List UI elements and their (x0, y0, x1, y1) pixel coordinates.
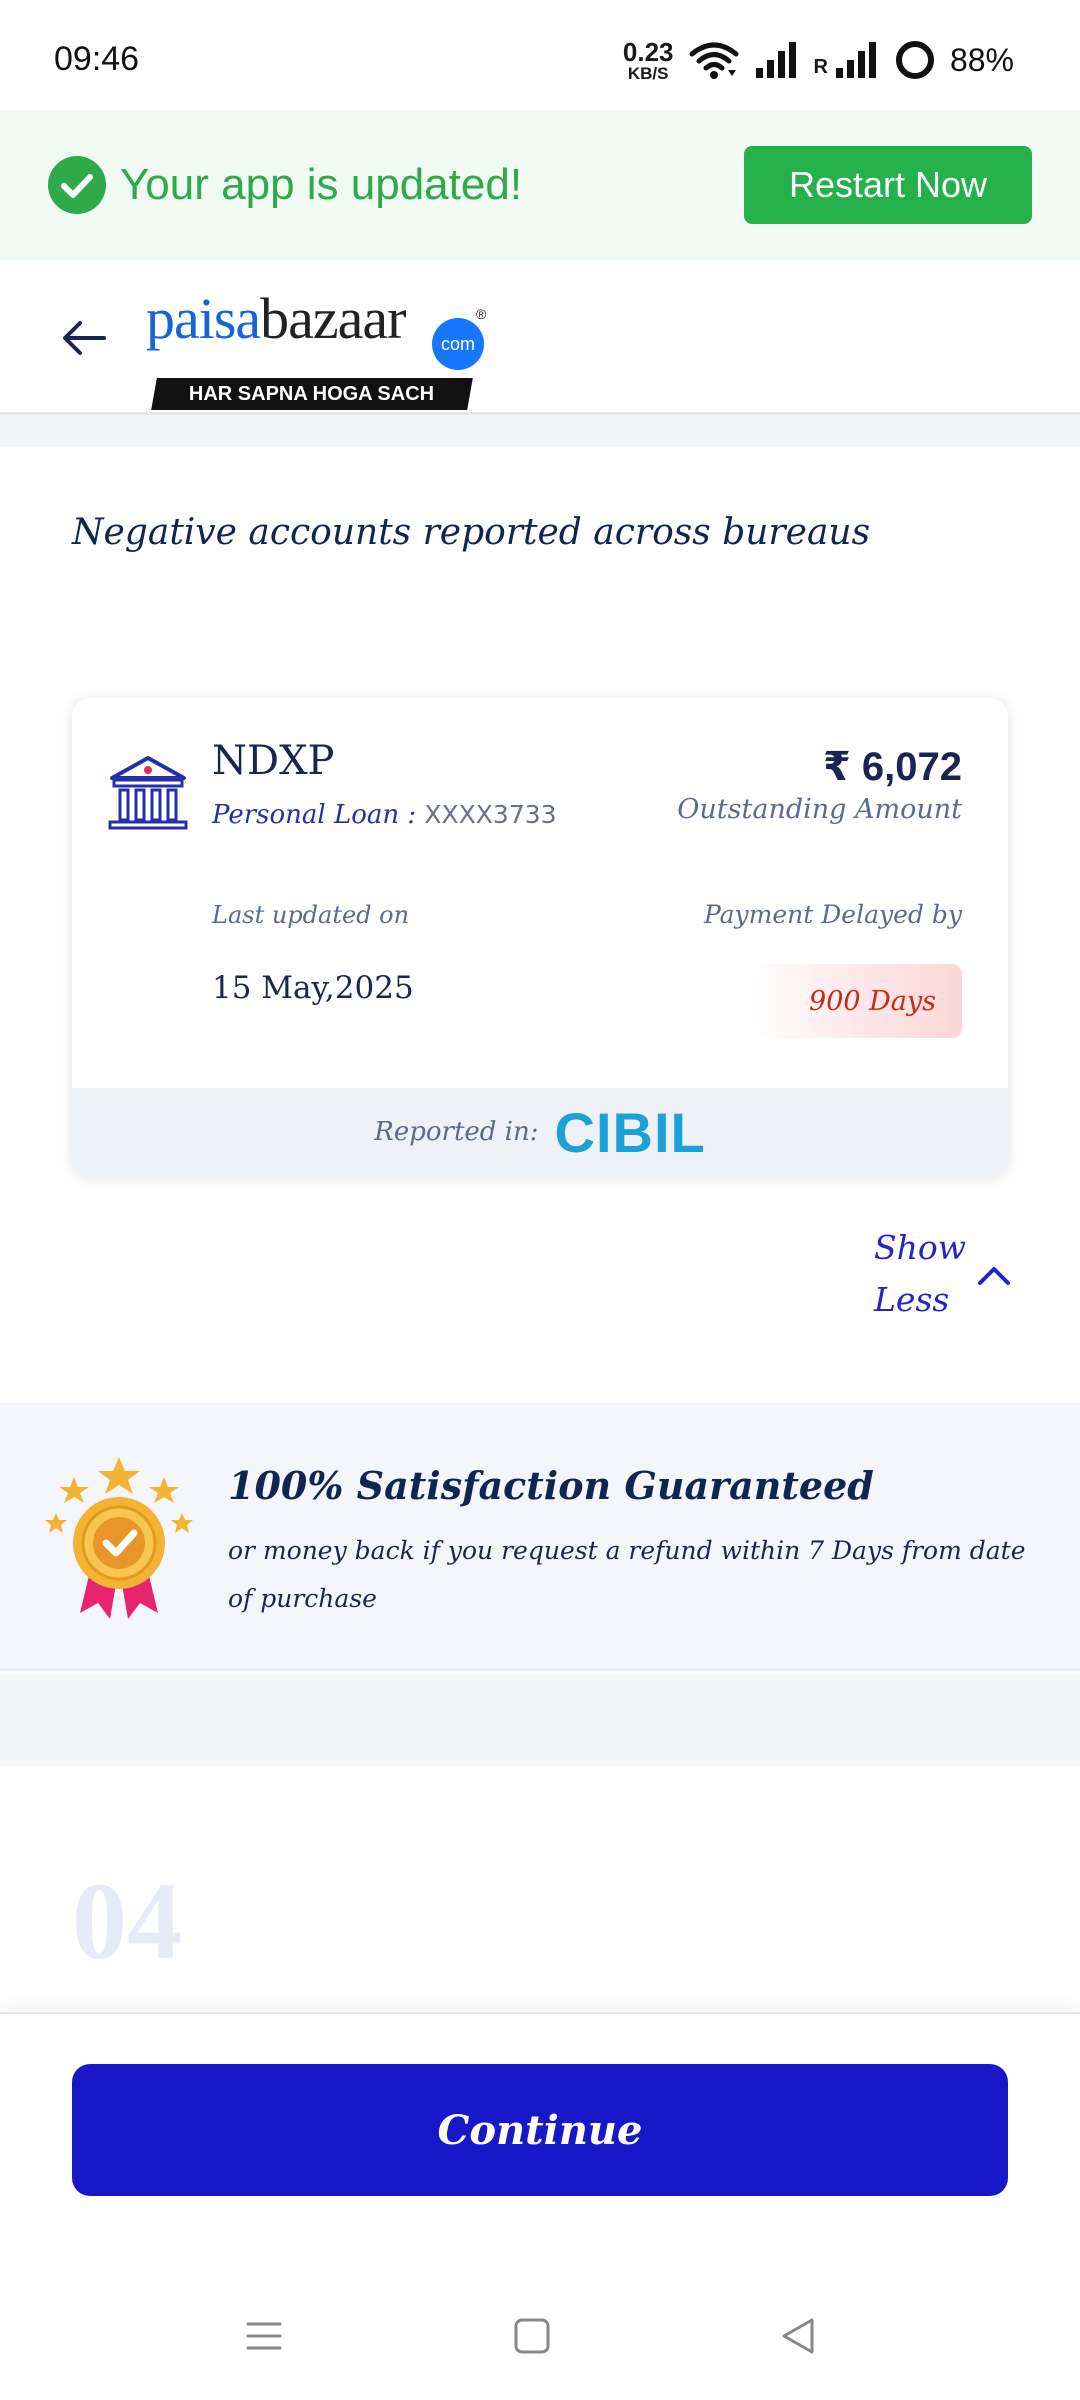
section-divider (0, 415, 1080, 447)
system-navigation-bar (0, 2296, 1080, 2376)
restart-now-button[interactable]: Restart Now (744, 146, 1032, 224)
back-triangle-icon[interactable] (774, 2312, 822, 2360)
account-number: XXXX3733 (424, 800, 557, 829)
menu-icon[interactable] (240, 2312, 288, 2360)
logo-tagline-text: HAR SAPNA HOGA SACH (189, 382, 435, 405)
signal-icon (755, 42, 796, 78)
status-time: 09:46 (54, 40, 140, 78)
outstanding-amount: ₹ 6,072 (822, 745, 962, 789)
continue-button[interactable]: Continue (72, 2064, 1008, 2196)
award-badge-icon (45, 1457, 193, 1619)
satisfaction-title: 100% Satisfaction Guaranteed (228, 1463, 874, 1508)
next-step-number: 04 (72, 1860, 182, 1982)
section-title: Negative accounts reported across bureau… (72, 512, 871, 553)
last-updated-value: 15 May,2025 (212, 970, 414, 1006)
roaming-indicator: R (813, 55, 828, 78)
signal-icon-2 (835, 42, 876, 78)
paisabazaar-logo: paisabazaar com ® HAR SAPNA HOGA SACH (146, 284, 496, 410)
logo-word-part2: bazaar (260, 286, 406, 351)
reported-in-label: Reported in: (374, 1117, 539, 1147)
back-arrow-icon[interactable] (58, 312, 110, 364)
app-updated-banner: Your app is updated! Restart Now (0, 110, 1080, 260)
negative-account-card: NDXP Personal Loan : XXXX3733 ₹ 6,072 Ou… (72, 698, 1008, 1176)
battery-icon (895, 41, 934, 79)
logo-tagline: HAR SAPNA HOGA SACH (151, 378, 473, 410)
network-speed-value: 0.23 (622, 36, 674, 67)
network-speed: 0.23 KB/S (623, 39, 674, 82)
logo-word-part1: paisa (146, 286, 261, 351)
chevron-up-icon (978, 1267, 1010, 1285)
lender-name: NDXP (212, 738, 335, 784)
outstanding-amount-label: Outstanding Amount (677, 794, 962, 825)
app-header: paisabazaar com ® HAR SAPNA HOGA SACH (0, 260, 1080, 415)
status-bar: 09:46 0.23 KB/S R 88% (0, 0, 1080, 110)
loan-details: Personal Loan : XXXX3733 (212, 800, 557, 830)
show-less-label: Show Less (874, 1228, 966, 1319)
logo-wordmark: paisabazaar (146, 284, 406, 354)
logo-registered-mark: ® (476, 306, 487, 322)
network-speed-unit: KB/S (627, 63, 669, 83)
bureau-logo: CIBIL (554, 1100, 706, 1164)
logo-com-badge: com (432, 318, 484, 370)
payment-delay-value: 900 Days (809, 985, 936, 1017)
wifi-icon (689, 42, 738, 79)
bank-icon (108, 756, 188, 830)
last-updated-label: Last updated on (212, 901, 410, 929)
status-icons: 0.23 KB/S R 88% (623, 36, 1014, 84)
app-updated-message: Your app is updated! (120, 160, 523, 209)
battery-percentage: 88% (949, 41, 1014, 78)
section-divider-2 (0, 1674, 1080, 1766)
payment-delay-badge: 900 Days (748, 964, 962, 1038)
check-circle-icon (48, 156, 106, 214)
show-less-toggle[interactable]: Show Less (874, 1222, 1014, 1326)
payment-delay-label: Payment Delayed by (703, 900, 962, 929)
satisfaction-guarantee-section: 100% Satisfaction Guaranteed or money ba… (0, 1403, 1080, 1671)
home-square-icon[interactable] (508, 2312, 556, 2360)
satisfaction-subtitle: or money back if you request a refund wi… (228, 1536, 1026, 1613)
loan-type: Personal Loan : (212, 800, 417, 830)
reported-in-footer: Reported in: CIBIL (72, 1088, 1008, 1176)
